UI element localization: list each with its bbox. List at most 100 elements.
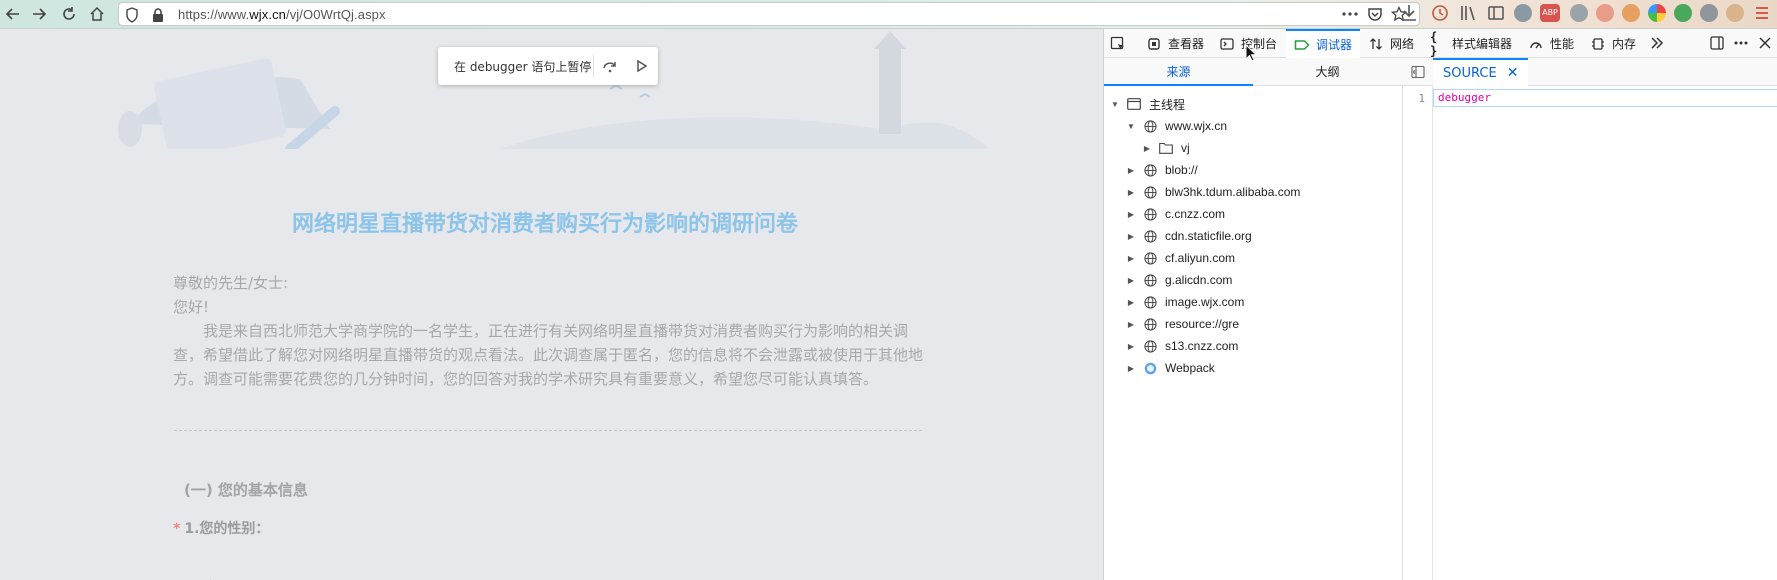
tab-label: 查看器 [1168, 37, 1205, 51]
tab-network[interactable]: 网络 [1368, 29, 1414, 58]
collapsed-arrow-icon[interactable]: ▶ [1126, 187, 1136, 197]
extension-icon[interactable] [1596, 4, 1614, 22]
collapsed-arrow-icon[interactable]: ▶ [1126, 275, 1136, 285]
collapsed-arrow-icon[interactable]: ▶ [1126, 341, 1136, 351]
tree-item-domain[interactable]: ▶ image.wjx.com [1104, 291, 1403, 313]
collapsed-arrow-icon[interactable]: ▶ [1126, 165, 1136, 175]
code-line[interactable]: debugger [1433, 89, 1777, 107]
source-file-tab[interactable]: SOURCE ✕ [1433, 58, 1529, 86]
tab-sources[interactable]: 来源 [1104, 58, 1253, 86]
question-gender: * 1.您的性别： [173, 518, 269, 538]
sidebar-icon[interactable] [1486, 3, 1506, 26]
collapsed-arrow-icon[interactable]: ▶ [1126, 209, 1136, 219]
globe-icon [1143, 163, 1157, 177]
section-title: (一) 您的基本信息 [184, 481, 308, 499]
tree-item-domain[interactable]: ▶ cdn.staticfile.org [1104, 225, 1403, 247]
tree-item-domain[interactable]: ▶ g.alicdn.com [1104, 269, 1403, 291]
tree-item-domain[interactable]: ▶ cf.aliyun.com [1104, 247, 1403, 269]
url-domain: wjx.cn [249, 7, 286, 22]
close-devtools-icon[interactable] [1757, 35, 1773, 51]
toggle-sidebar-icon[interactable] [1411, 65, 1425, 82]
close-tab-icon[interactable]: ✕ [1507, 65, 1519, 81]
download-icon[interactable] [1400, 3, 1418, 26]
survey-title: 网络明星直播带货对消费者购买行为影响的调研问卷 [291, 212, 798, 237]
back-icon[interactable] [2, 3, 24, 25]
globe-icon [1143, 207, 1157, 221]
line-gutter: 1 [1403, 86, 1433, 580]
tree-label: cf.aliyun.com [1165, 251, 1236, 265]
mouse-cursor-icon [1245, 43, 1258, 65]
tree-label: image.wjx.com [1165, 295, 1245, 309]
tab-label: 内存 [1612, 37, 1637, 51]
tab-memory[interactable]: 内存 [1590, 29, 1636, 58]
resume-icon[interactable] [626, 47, 658, 85]
collapsed-arrow-icon[interactable]: ▶ [1126, 231, 1136, 241]
globe-icon [1143, 119, 1157, 133]
clock-icon[interactable] [1430, 3, 1450, 26]
menu-icon[interactable] [1754, 5, 1770, 24]
more-tabs-chevron-icon[interactable] [1649, 35, 1665, 51]
tree-item-host[interactable]: ▼ www.wjx.cn [1104, 115, 1403, 137]
adblock-icon[interactable]: ABP [1540, 4, 1560, 22]
tree-label: cdn.staticfile.org [1165, 229, 1252, 243]
tab-style-editor[interactable]: { } 样式编辑器 [1430, 29, 1512, 58]
tree-item-folder-vj[interactable]: ▶ vj [1104, 137, 1403, 159]
sources-tree: ▼ 主线程 ▼ www.wjx.cn ▶ vj ▶ blob:// ▶ blw3… [1104, 93, 1403, 379]
tree-item-main-thread[interactable]: ▼ 主线程 [1104, 93, 1403, 115]
extension-icon[interactable] [1726, 4, 1744, 22]
tree-item-domain[interactable]: ▶ resource://gre [1104, 313, 1403, 335]
pocket-icon[interactable] [1367, 6, 1383, 22]
url-text[interactable]: https://www.wjx.cn/vj/O0WrtQj.aspx [178, 7, 386, 22]
memory-icon [1590, 36, 1606, 52]
tree-item-domain[interactable]: ▶ c.cnzz.com [1104, 203, 1403, 225]
url-bar[interactable]: https://www.wjx.cn/vj/O0WrtQj.aspx [118, 2, 1420, 26]
network-icon [1368, 36, 1384, 52]
extension-icon[interactable] [1570, 4, 1588, 22]
tree-item-webpack[interactable]: ▶ Webpack [1104, 357, 1403, 379]
tree-label: s13.cnzz.com [1165, 339, 1239, 353]
tree-label: vj [1181, 141, 1190, 155]
chrome-icon[interactable] [1648, 4, 1666, 22]
expanded-arrow-icon[interactable]: ▼ [1110, 99, 1120, 109]
tree-item-domain[interactable]: ▶ blob:// [1104, 159, 1403, 181]
dock-side-icon[interactable] [1709, 35, 1725, 51]
expanded-arrow-icon[interactable]: ▼ [1126, 121, 1136, 131]
collapsed-arrow-icon[interactable]: ▶ [1126, 363, 1136, 373]
reload-icon[interactable] [58, 3, 80, 25]
extension-icon[interactable] [1622, 4, 1640, 22]
element-picker-icon [1110, 36, 1126, 52]
tab-inspector[interactable]: 查看器 [1146, 29, 1204, 58]
url-path: /vj/O0WrtQj.aspx [286, 7, 386, 22]
line-number[interactable]: 1 [1403, 92, 1425, 105]
more-icon[interactable] [1341, 6, 1358, 22]
evernote-icon[interactable] [1674, 4, 1692, 22]
collapsed-arrow-icon[interactable]: ▶ [1126, 253, 1136, 263]
lock-icon[interactable] [151, 7, 167, 23]
performance-icon [1528, 36, 1544, 52]
collapsed-arrow-icon[interactable]: ▶ [1126, 297, 1136, 307]
collapsed-arrow-icon[interactable]: ▶ [1142, 143, 1152, 153]
shield-icon[interactable] [125, 7, 141, 23]
web-page: 在 debugger 语句上暂停 网络明星直播带货对消费者购买行为影响的调研问卷… [0, 29, 1103, 580]
tree-item-domain[interactable]: ▶ blw3hk.tdum.alibaba.com [1104, 181, 1403, 203]
tree-item-domain[interactable]: ▶ s13.cnzz.com [1104, 335, 1403, 357]
tree-label: www.wjx.cn [1165, 119, 1228, 133]
collapsed-arrow-icon[interactable]: ▶ [1126, 319, 1136, 329]
devtools-tabbar: 查看器 控制台 调试器 网络 { } 样式编辑器 性能 内存 [1104, 29, 1777, 58]
devtools-menu-icon[interactable] [1733, 35, 1749, 51]
tab-outline[interactable]: 大纲 [1253, 58, 1402, 86]
element-picker-button[interactable] [1110, 29, 1132, 58]
tab-label: 样式编辑器 [1452, 37, 1513, 51]
tab-performance[interactable]: 性能 [1528, 29, 1574, 58]
library-icon[interactable] [1458, 3, 1478, 26]
forward-icon[interactable] [28, 3, 50, 25]
home-icon[interactable] [86, 3, 108, 25]
tab-debugger[interactable]: 调试器 [1286, 29, 1361, 58]
extension-icon[interactable] [1514, 4, 1532, 22]
step-over-icon[interactable] [594, 47, 626, 85]
code-editor[interactable]: 1 debugger [1403, 86, 1777, 580]
extension-icon[interactable] [1700, 4, 1718, 22]
survey-intro: 尊敬的先生/女士: 您好! 我是来自西北师范大学商学院的一名学生，正在进行有关网… [173, 271, 923, 391]
tab-label: 性能 [1550, 37, 1575, 51]
required-marker: * [173, 521, 181, 537]
